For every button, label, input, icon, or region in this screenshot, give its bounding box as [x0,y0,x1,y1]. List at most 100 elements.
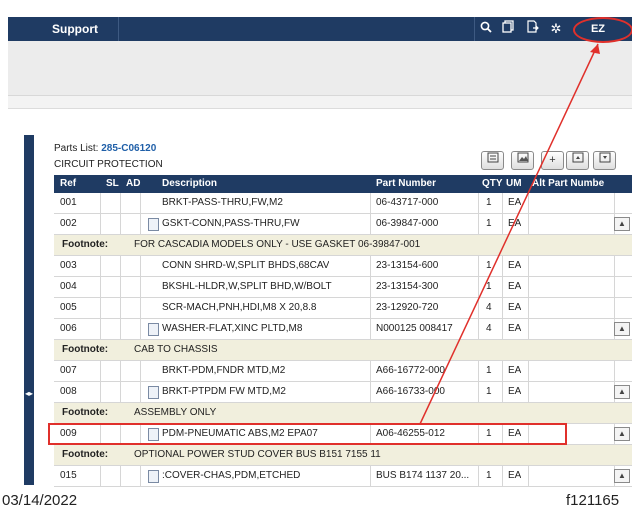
table-row[interactable]: 002 GSKT-CONN,PASS-THRU,FW 06-39847-000 1 EA… [54,214,632,235]
table-row[interactable]: 001 BRKT-PASS-THRU,FW,M2 06-43717-000 1 EA [54,193,632,214]
side-collapse-strip[interactable]: ◂▸ [24,135,34,485]
column-divider [120,214,121,234]
column-divider [100,382,101,402]
column-divider [370,277,371,297]
cell-qty: 1 [486,260,492,271]
table-row[interactable]: 007 BRKT-PDM,FNDR MTD,M2 A66-16772-000 1 EA [54,361,632,382]
col-part-number[interactable]: Part Number [376,175,436,193]
cell-description: SCR-MACH,PNH,HDI,M8 X 20,8.8 [162,302,317,313]
col-alt-part-number[interactable]: Alt Part Numbe [532,175,604,193]
col-qty[interactable]: QTY [482,175,503,193]
footnote-label: Footnote: [62,449,109,460]
column-divider [120,277,121,297]
column-divider [614,256,615,276]
cell-um: EA [508,197,522,208]
cell-um: EA [508,470,522,481]
add-icon[interactable]: + [541,151,564,170]
image-icon[interactable] [511,151,534,170]
search-icon[interactable] [476,17,496,41]
table-row[interactable]: 005 SCR-MACH,PNH,HDI,M8 X 20,8.8 23-12920-… [54,298,632,319]
expand-chevron-icon[interactable]: ▲ [614,217,630,231]
document-icon[interactable] [148,323,159,336]
footnote-label: Footnote: [62,239,109,250]
expand-chevron-icon[interactable]: ▲ [614,469,630,483]
column-divider [478,277,479,297]
support-menu[interactable]: Support [52,17,98,41]
screenshot-frame: Support ✲ EZ ⚡ ◂▸ Parts List: 285-C06120… [0,0,632,519]
cell-part-number: 23-13154-300 [376,281,439,292]
cell-ref: 001 [60,197,77,208]
cell-description: BRKT-PTPDM FW MTD,M2 [162,386,286,397]
expand-chevron-icon[interactable]: ▲ [614,385,630,399]
caption-date: 03/14/2022 [2,492,78,509]
column-divider [370,193,371,213]
footnote-text: FOR CASCADIA MODELS ONLY - USE GASKET 06… [134,239,421,250]
footnote-row: Footnote: ASSEMBLY ONLY [54,403,632,424]
export-icon[interactable] [522,17,542,41]
column-divider [100,277,101,297]
toolbar-separator [118,17,119,41]
col-description[interactable]: Description [162,175,217,193]
col-um[interactable]: UM [506,175,522,193]
column-divider [120,256,121,276]
document-icon[interactable] [148,470,159,483]
column-divider [528,361,529,381]
column-divider [478,466,479,486]
document-icon[interactable] [148,218,159,231]
parts-list-category: CIRCUIT PROTECTION [54,159,163,170]
cell-um: EA [508,260,522,271]
parts-list-heading: Parts List: 285-C06120 [54,143,156,154]
collapse-all-icon[interactable] [593,151,616,170]
top-toolbar: Support ✲ EZ ⚡ [8,17,632,59]
cell-part-number: 06-39847-000 [376,218,439,229]
cell-ref: 008 [60,386,77,397]
column-divider [140,214,141,234]
expand-chevron-icon[interactable]: ▲ [614,427,630,441]
cell-um: EA [508,386,522,397]
column-divider [140,256,141,276]
column-divider [478,319,479,339]
document-icon[interactable] [148,386,159,399]
column-divider [100,319,101,339]
collapse-arrow-icon[interactable]: ◂▸ [25,389,33,398]
column-divider [370,298,371,318]
cell-qty: 4 [486,302,492,313]
cell-ref: 006 [60,323,77,334]
table-row[interactable]: 015:COVER-CHAS,PDM,ETCHED BUS B174 1137 2… [54,466,632,487]
col-ref[interactable]: Ref [60,175,76,193]
cell-ref: 004 [60,281,77,292]
cell-ref: 007 [60,365,77,376]
col-ad[interactable]: AD [126,175,140,193]
column-divider [478,214,479,234]
table-row[interactable]: 006 WASHER-FLAT,XINC PLTD,M8 N000125 00841… [54,319,632,340]
column-divider [614,277,615,297]
table-row[interactable]: 008 BRKT-PTPDM FW MTD,M2 A66-16733-000 1 EA ▲ [54,382,632,403]
column-divider [528,214,529,234]
col-sl[interactable]: SL [106,175,119,193]
column-divider [478,256,479,276]
gear-icon[interactable]: ✲ [546,17,566,41]
list-icon[interactable] [481,151,504,170]
parts-list-number-link[interactable]: 285-C06120 [101,143,156,154]
column-divider [502,256,503,276]
column-divider [614,361,615,381]
cell-um: EA [508,365,522,376]
cell-description: BRKT-PASS-THRU,FW,M2 [162,197,283,208]
expand-chevron-icon[interactable]: ▲ [614,322,630,336]
cell-part-number: A66-16733-000 [376,386,445,397]
footnote-label: Footnote: [62,407,109,418]
cell-part-number: BUS B174 1137 20... [376,470,470,481]
expand-all-icon[interactable] [566,151,589,170]
cell-ref: 015 [60,470,77,481]
column-divider [140,466,141,486]
footnote-row: Footnote: OPTIONAL POWER STUD COVER BUS B… [54,445,632,466]
cell-qty: 1 [486,386,492,397]
copy-icon[interactable] [498,17,518,41]
column-divider [370,361,371,381]
footnote-text: CAB TO CHASSIS [134,344,218,355]
table-row[interactable]: 003 CONN SHRD-W,SPLIT BHDS,68CAV 23-13154-… [54,256,632,277]
highlight-oval [573,17,632,43]
column-divider [370,319,371,339]
table-row[interactable]: 004 BKSHL-HLDR,W,SPLIT BHD,W/BOLT 23-13154… [54,277,632,298]
footnote-text: ASSEMBLY ONLY [134,407,217,418]
